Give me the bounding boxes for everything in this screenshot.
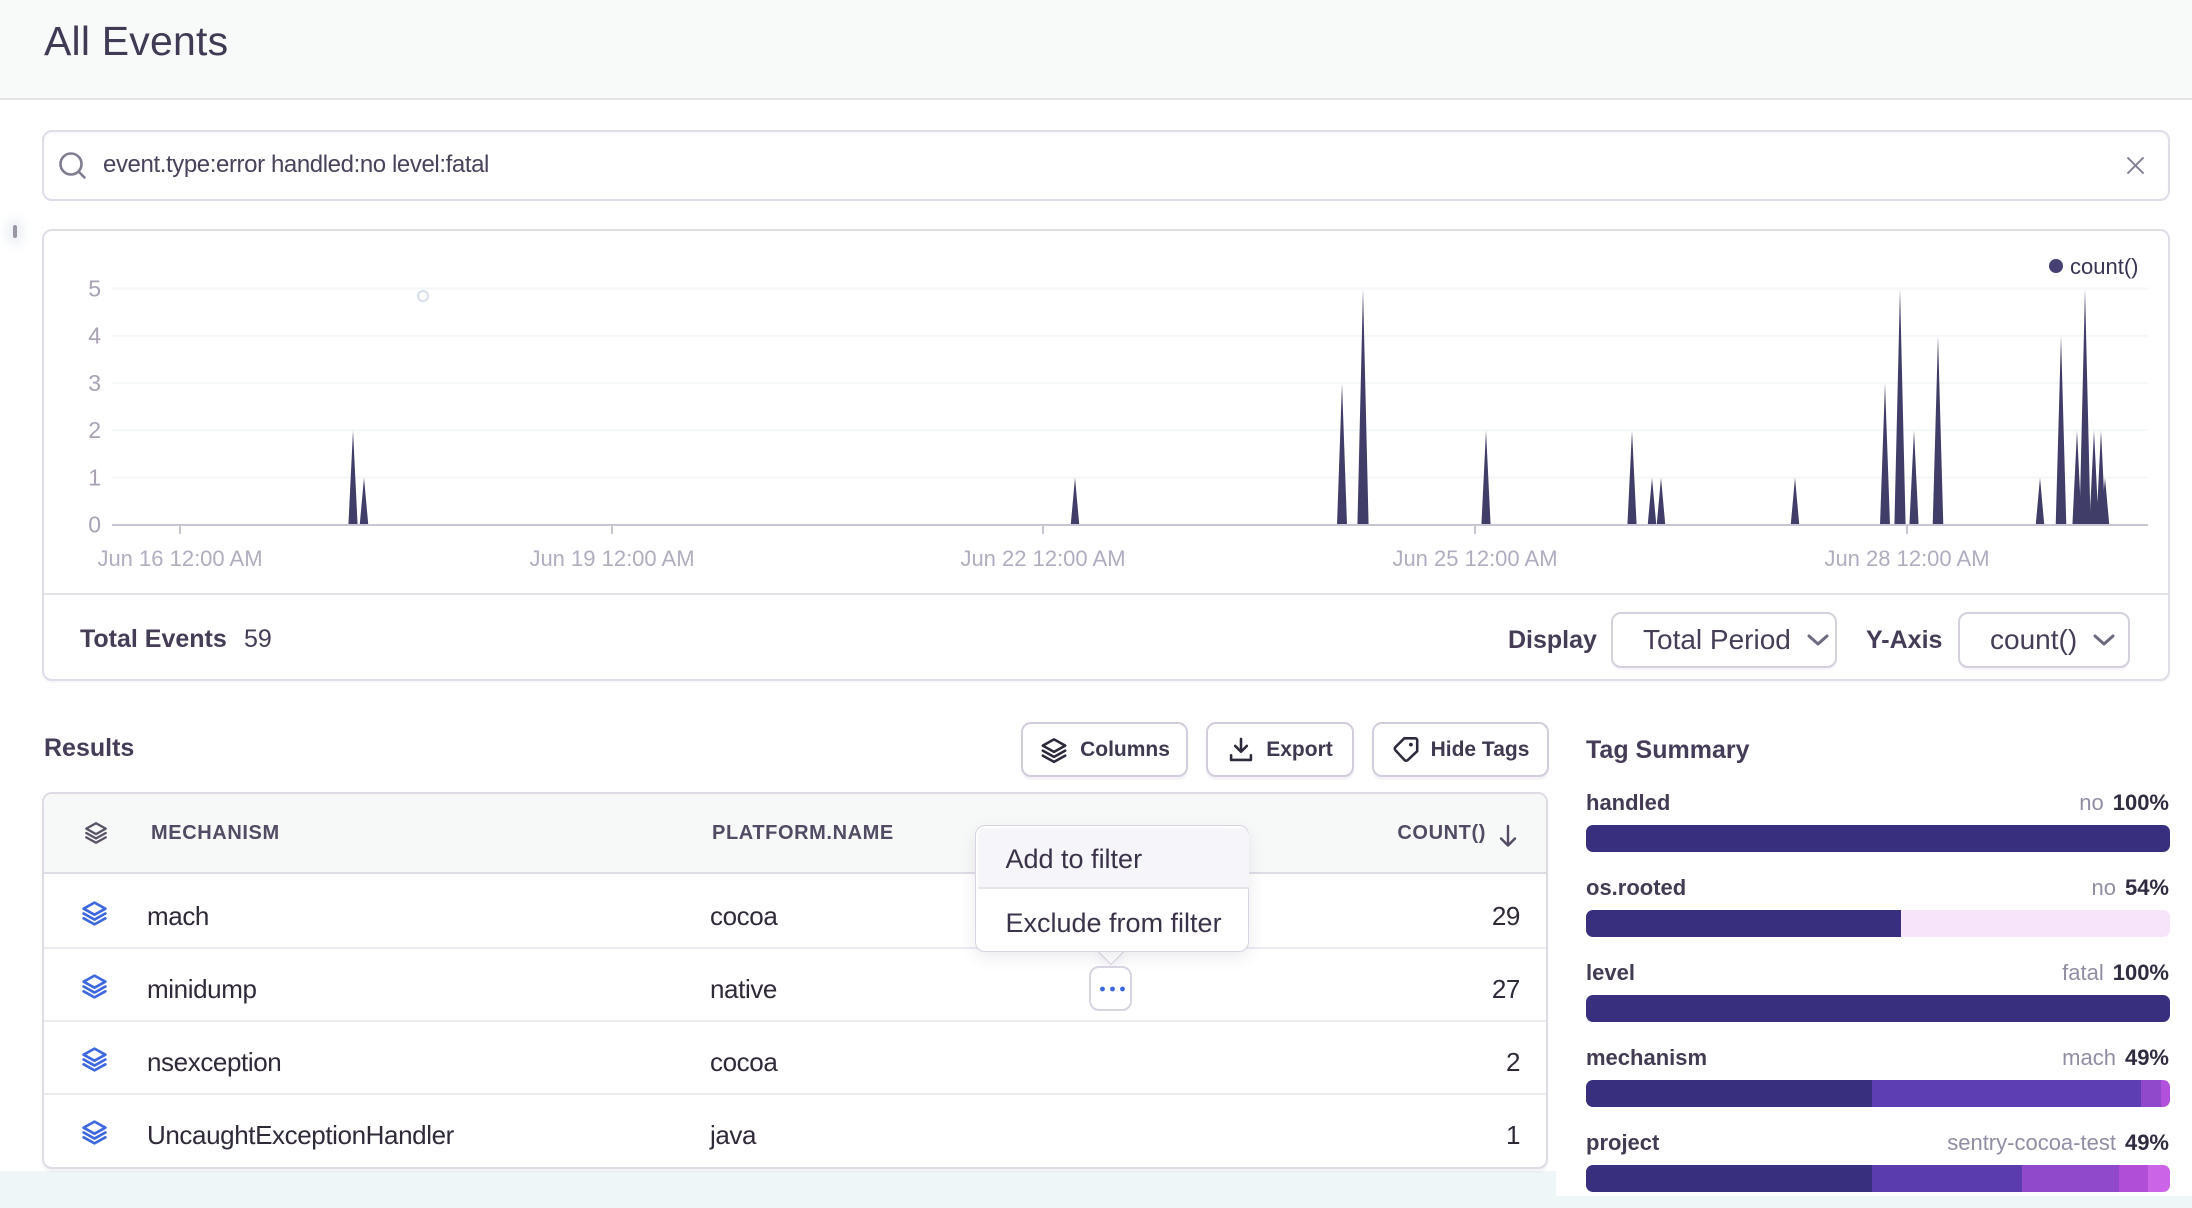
svg-text:5: 5 xyxy=(88,276,101,302)
svg-text:Jun 16 12:00 AM: Jun 16 12:00 AM xyxy=(97,546,262,571)
svg-text:Jun 25 12:00 AM: Jun 25 12:00 AM xyxy=(1392,546,1557,571)
svg-text:1: 1 xyxy=(88,465,101,491)
svg-text:4: 4 xyxy=(88,323,101,349)
svg-text:Jun 22 12:00 AM: Jun 22 12:00 AM xyxy=(960,546,1125,571)
svg-text:Jun 19 12:00 AM: Jun 19 12:00 AM xyxy=(529,546,694,571)
svg-text:Jun 28 12:00 AM: Jun 28 12:00 AM xyxy=(1824,546,1989,571)
svg-text:count(): count() xyxy=(2070,254,2138,279)
svg-text:2: 2 xyxy=(88,417,101,443)
svg-text:3: 3 xyxy=(88,370,101,396)
svg-text:0: 0 xyxy=(88,512,101,538)
